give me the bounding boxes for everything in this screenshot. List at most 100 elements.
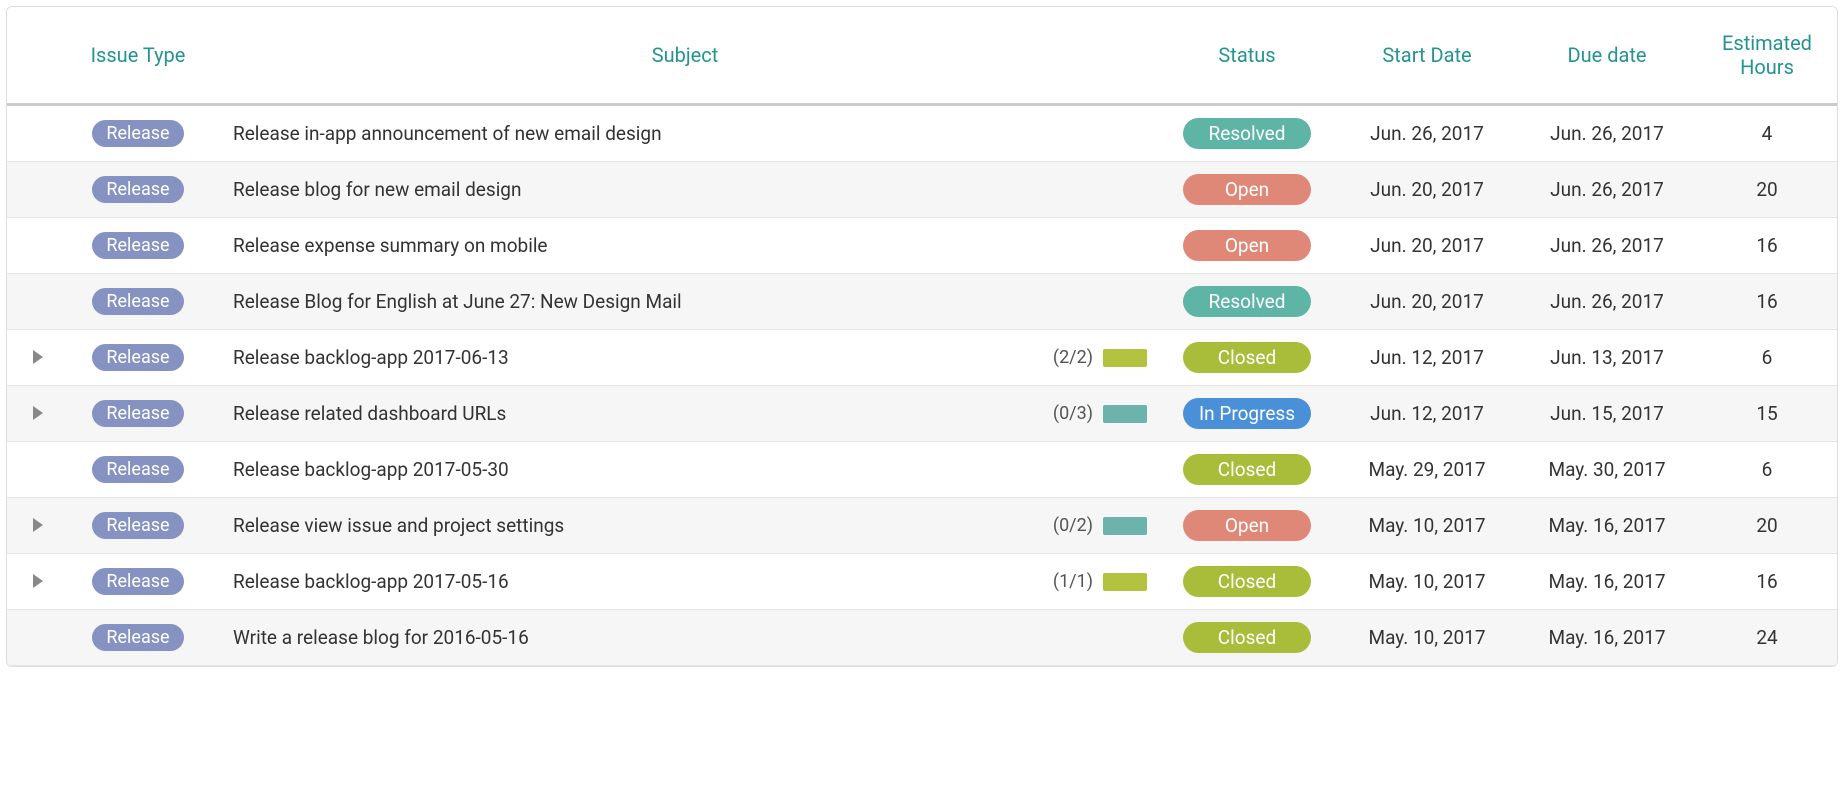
status-badge: Closed <box>1183 342 1311 373</box>
subject-cell[interactable]: Release backlog-app 2017-05-16 (1/1) <box>213 554 1157 610</box>
subject-cell[interactable]: Write a release blog for 2016-05-16 <box>213 610 1157 666</box>
start-date-cell: Jun. 20, 2017 <box>1337 162 1517 218</box>
subject-cell[interactable]: Release Blog for English at June 27: New… <box>213 274 1157 330</box>
col-start-date-header[interactable]: Start Date <box>1337 7 1517 105</box>
expand-cell <box>7 105 63 162</box>
subject-text[interactable]: Release view issue and project settings <box>233 514 1043 537</box>
due-date-cell: Jun. 26, 2017 <box>1517 105 1697 162</box>
expand-cell <box>7 274 63 330</box>
issue-type-badge: Release <box>92 120 183 147</box>
issue-type-cell: Release <box>63 162 213 218</box>
status-cell: Closed <box>1157 610 1337 666</box>
issue-type-cell: Release <box>63 105 213 162</box>
issue-type-badge: Release <box>92 624 183 651</box>
estimated-hours-cell: 6 <box>1697 442 1837 498</box>
status-badge: Resolved <box>1183 118 1311 149</box>
subject-text[interactable]: Release backlog-app 2017-05-30 <box>233 458 1147 481</box>
subject-text[interactable]: Release backlog-app 2017-05-16 <box>233 570 1043 593</box>
status-cell: Resolved <box>1157 105 1337 162</box>
subject-cell[interactable]: Release expense summary on mobile <box>213 218 1157 274</box>
subject-cell[interactable]: Release view issue and project settings (… <box>213 498 1157 554</box>
status-cell: Open <box>1157 162 1337 218</box>
subject-text[interactable]: Release expense summary on mobile <box>233 234 1147 257</box>
subject-cell[interactable]: Release in-app announcement of new email… <box>213 105 1157 162</box>
start-date-cell: May. 10, 2017 <box>1337 554 1517 610</box>
issue-type-cell: Release <box>63 554 213 610</box>
issue-type-cell: Release <box>63 274 213 330</box>
issue-type-badge: Release <box>92 568 183 595</box>
table-row[interactable]: Release Release in-app announcement of ne… <box>7 105 1837 162</box>
estimated-hours-cell: 20 <box>1697 162 1837 218</box>
expand-cell[interactable] <box>7 554 63 610</box>
col-issue-type-header[interactable]: Issue Type <box>63 7 213 105</box>
table-row[interactable]: ReleaseRelease related dashboard URLs(0/… <box>7 386 1837 442</box>
table-header-row: Issue Type Subject Status Start Date Due… <box>7 7 1837 105</box>
table-row[interactable]: Release Write a release blog for 2016-05-… <box>7 610 1837 666</box>
estimated-hours-cell: 20 <box>1697 498 1837 554</box>
subject-text[interactable]: Release backlog-app 2017-06-13 <box>233 346 1043 369</box>
issue-type-badge: Release <box>92 512 183 539</box>
table-row[interactable]: ReleaseRelease expense summary on mobile… <box>7 218 1837 274</box>
table-row[interactable]: Release Release blog for new email design… <box>7 162 1837 218</box>
progress-bar <box>1103 349 1147 367</box>
issue-type-cell: Release <box>63 610 213 666</box>
progress-bar <box>1103 405 1147 423</box>
subtask-count: (1/1) <box>1053 571 1093 592</box>
status-cell: Open <box>1157 498 1337 554</box>
issue-type-badge: Release <box>92 176 183 203</box>
col-estimated-hours-header[interactable]: Estimated Hours <box>1697 7 1837 105</box>
due-date-cell: Jun. 26, 2017 <box>1517 218 1697 274</box>
expand-cell[interactable] <box>7 498 63 554</box>
expand-icon[interactable] <box>33 574 43 588</box>
table-row[interactable]: Release Release backlog-app 2017-05-16 (1/… <box>7 554 1837 610</box>
progress-bar <box>1103 573 1147 591</box>
issue-table: Issue Type Subject Status Start Date Due… <box>7 7 1837 666</box>
status-badge: In Progress <box>1183 398 1311 429</box>
start-date-cell: Jun. 20, 2017 <box>1337 218 1517 274</box>
expand-icon[interactable] <box>33 406 43 420</box>
due-date-cell: Jun. 15, 2017 <box>1517 386 1697 442</box>
expand-icon[interactable] <box>33 350 43 364</box>
issue-type-cell: Release <box>63 330 213 386</box>
subtask-count: (2/2) <box>1053 347 1093 368</box>
expand-icon[interactable] <box>33 518 43 532</box>
status-badge: Open <box>1183 230 1311 261</box>
issue-type-badge: Release <box>92 456 183 483</box>
issue-type-cell: Release <box>63 386 213 442</box>
col-due-date-header[interactable]: Due date <box>1517 7 1697 105</box>
subject-text[interactable]: Release in-app announcement of new email… <box>233 122 1147 145</box>
status-badge: Open <box>1183 174 1311 205</box>
expand-cell[interactable] <box>7 330 63 386</box>
subject-cell[interactable]: Release blog for new email design <box>213 162 1157 218</box>
subject-cell[interactable]: Release backlog-app 2017-06-13 (2/2) <box>213 330 1157 386</box>
estimated-hours-cell: 6 <box>1697 330 1837 386</box>
status-cell: In Progress <box>1157 386 1337 442</box>
estimated-hours-cell: 15 <box>1697 386 1837 442</box>
due-date-cell: Jun. 13, 2017 <box>1517 330 1697 386</box>
start-date-cell: Jun. 26, 2017 <box>1337 105 1517 162</box>
col-status-header[interactable]: Status <box>1157 7 1337 105</box>
subject-text[interactable]: Release related dashboard URLs <box>233 402 1043 425</box>
subject-text[interactable]: Release Blog for English at June 27: New… <box>233 290 1147 313</box>
subject-text[interactable]: Release blog for new email design <box>233 178 1147 201</box>
status-badge: Open <box>1183 510 1311 541</box>
expand-cell[interactable] <box>7 386 63 442</box>
issue-type-cell: Release <box>63 442 213 498</box>
issue-type-badge: Release <box>92 344 183 371</box>
subject-cell[interactable]: Release backlog-app 2017-05-30 <box>213 442 1157 498</box>
table-row[interactable]: Release Release backlog-app 2017-05-30 Clo… <box>7 442 1837 498</box>
subject-text[interactable]: Write a release blog for 2016-05-16 <box>233 626 1147 649</box>
table-row[interactable]: Release Release Blog for English at June … <box>7 274 1837 330</box>
table-row[interactable]: Release Release view issue and project se… <box>7 498 1837 554</box>
status-badge: Resolved <box>1183 286 1311 317</box>
subtask-count: (0/2) <box>1053 515 1093 536</box>
subject-cell[interactable]: Release related dashboard URLs(0/3) <box>213 386 1157 442</box>
table-row[interactable]: Release Release backlog-app 2017-06-13 (2/… <box>7 330 1837 386</box>
col-subject-header[interactable]: Subject <box>213 7 1157 105</box>
status-cell: Closed <box>1157 554 1337 610</box>
estimated-hours-cell: 16 <box>1697 554 1837 610</box>
status-badge: Closed <box>1183 454 1311 485</box>
status-cell: Closed <box>1157 442 1337 498</box>
start-date-cell: Jun. 20, 2017 <box>1337 274 1517 330</box>
due-date-cell: May. 16, 2017 <box>1517 498 1697 554</box>
